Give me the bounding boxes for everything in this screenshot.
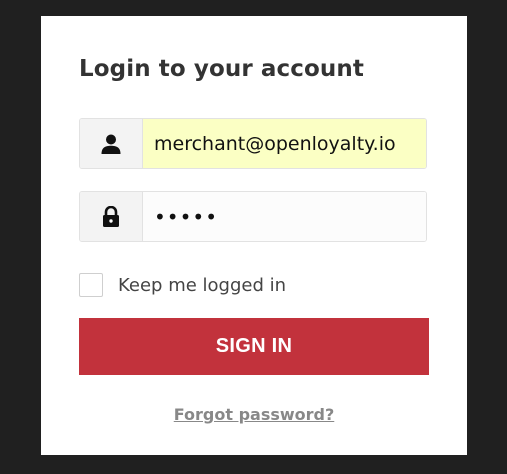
sign-in-button[interactable]: SIGN IN — [79, 318, 429, 375]
remember-me-row: Keep me logged in — [79, 273, 286, 297]
password-input[interactable] — [143, 192, 426, 241]
login-panel: Login to your account Keep me logged in … — [41, 16, 467, 455]
user-icon — [80, 119, 143, 168]
email-field-group — [79, 118, 427, 169]
forgot-password-link[interactable]: Forgot password? — [41, 405, 467, 424]
email-input[interactable] — [143, 119, 426, 168]
remember-me-label[interactable]: Keep me logged in — [118, 275, 286, 296]
lock-icon — [80, 192, 143, 241]
page-title: Login to your account — [79, 56, 364, 82]
remember-me-checkbox[interactable] — [79, 273, 103, 297]
password-field-group — [79, 191, 427, 242]
